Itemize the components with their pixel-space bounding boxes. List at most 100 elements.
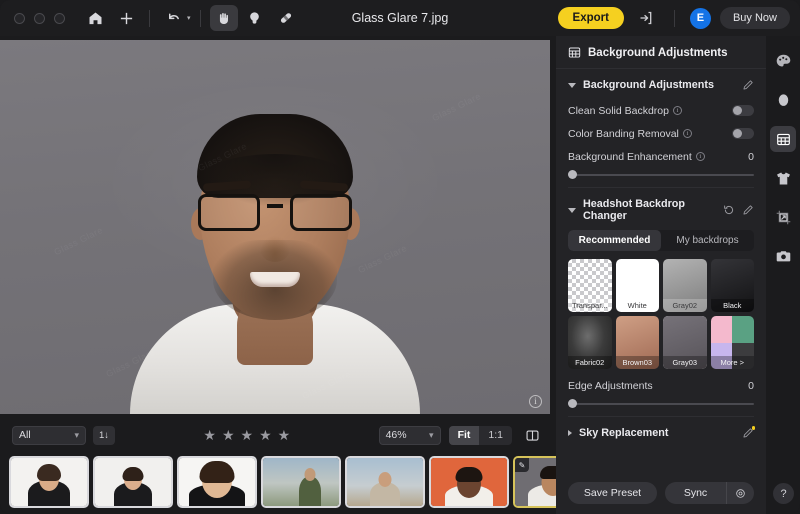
sync-control[interactable]: Sync	[665, 482, 754, 504]
slider-knob[interactable]	[568, 170, 577, 179]
swatch-white[interactable]: White	[615, 259, 659, 312]
slider-knob[interactable]	[568, 399, 577, 408]
image-canvas[interactable]: Glass Glare Glass Glare Glass Glare Glas…	[0, 40, 550, 414]
section-title: Sky Replacement	[579, 427, 669, 439]
clothes-icon[interactable]	[770, 165, 796, 191]
swatch-brown03[interactable]: Brown03	[615, 316, 659, 369]
edit-pencil-icon: ✎	[515, 458, 529, 472]
share-export-icon[interactable]	[633, 7, 659, 29]
canvas-area[interactable]: Glass Glare Glass Glare Glass Glare Glas…	[0, 36, 556, 418]
star-2[interactable]: ★	[222, 428, 235, 442]
row-background-enhancement: Background Enhancement i 0	[568, 145, 754, 168]
help-button[interactable]: ?	[773, 483, 794, 504]
swatch-label: Fabric02	[568, 356, 612, 369]
chevron-down-icon[interactable]	[568, 207, 576, 213]
home-icon[interactable]	[81, 5, 109, 31]
undo-icon[interactable]	[159, 5, 187, 31]
swatch-more[interactable]: More >	[710, 316, 754, 369]
star-3[interactable]: ★	[241, 428, 254, 442]
filter-select-value: All	[19, 429, 31, 441]
edge-adjustments-value: 0	[748, 379, 754, 392]
split-view-icon[interactable]	[520, 426, 544, 445]
section-sky-replacement[interactable]: Sky Replacement	[568, 417, 755, 447]
tab-recommended[interactable]: Recommended	[568, 230, 661, 251]
zoom-select[interactable]: 46% ▾	[378, 425, 441, 445]
backdrop-swatch-grid[interactable]: Transpar... White Gray02 Black Fabric02	[568, 259, 754, 369]
star-4[interactable]: ★	[259, 428, 272, 442]
gear-icon[interactable]	[726, 482, 754, 504]
sky-replacement-badge-dot	[751, 426, 755, 430]
export-button[interactable]: Export	[557, 7, 624, 29]
fit-view-button[interactable]: Fit	[448, 425, 480, 445]
row-label: Edge Adjustments	[568, 379, 653, 392]
sync-button[interactable]: Sync	[665, 487, 726, 499]
swatch-gray03-selected[interactable]: Gray03	[663, 316, 707, 369]
portrait-face-icon[interactable]	[770, 87, 796, 113]
swatch-label: Transpar...	[568, 299, 612, 312]
plus-icon[interactable]	[112, 5, 140, 31]
swatch-label: Black	[710, 299, 754, 312]
row-clean-solid-backdrop[interactable]: Clean Solid Backdrop i	[568, 99, 754, 122]
erase-tool-icon[interactable]	[241, 5, 269, 31]
list-item[interactable]	[9, 456, 89, 508]
info-icon[interactable]: i	[682, 129, 692, 138]
pencil-icon[interactable]	[742, 204, 754, 216]
minimize-button[interactable]	[34, 12, 45, 24]
tab-my-backdrops[interactable]: My backdrops	[661, 230, 754, 251]
toggle-clean-solid-backdrop[interactable]	[732, 105, 754, 116]
heal-brush-icon[interactable]	[272, 5, 300, 31]
window-controls[interactable]	[14, 12, 65, 24]
rating-stars[interactable]: ★ ★ ★ ★ ★	[203, 428, 290, 442]
zoom-level-value: 46%	[385, 429, 407, 441]
palette-icon[interactable]	[770, 48, 796, 74]
info-icon[interactable]: i	[695, 152, 705, 161]
toolbar-left: ▾	[81, 5, 300, 31]
maximize-button[interactable]	[54, 12, 65, 24]
swatch-fabric02[interactable]: Fabric02	[568, 316, 612, 369]
toggle-color-banding-removal[interactable]	[732, 128, 754, 139]
swatch-black[interactable]: Black	[710, 259, 754, 312]
page-title: Background Adjustments	[588, 46, 728, 59]
filmstrip[interactable]: ✎	[0, 450, 556, 514]
undo-chevron-down-icon[interactable]: ▾	[187, 14, 191, 22]
hand-tool-icon[interactable]	[209, 5, 238, 31]
list-item[interactable]	[177, 456, 257, 508]
camera-icon[interactable]	[770, 243, 796, 269]
slider-track	[568, 174, 754, 176]
watermark: Glass Glare	[356, 242, 409, 276]
pencil-icon[interactable]	[742, 426, 755, 439]
view-mode-group[interactable]: Fit 1:1	[448, 425, 512, 445]
section-background-adjustments[interactable]: Background Adjustments	[568, 69, 754, 99]
actual-size-button[interactable]: 1:1	[479, 426, 512, 445]
chevron-down-icon: ▾	[429, 429, 434, 440]
slider-edge-adjustments[interactable]	[568, 398, 754, 410]
reset-icon[interactable]	[723, 204, 735, 216]
star-5[interactable]: ★	[278, 428, 291, 442]
close-button[interactable]	[14, 12, 25, 24]
chevron-down-icon[interactable]	[568, 82, 576, 88]
row-color-banding-removal[interactable]: Color Banding Removal i	[568, 122, 754, 145]
info-icon[interactable]: i	[672, 106, 682, 115]
crop-transform-icon[interactable]	[770, 204, 796, 230]
info-icon[interactable]: i	[529, 395, 542, 408]
list-item[interactable]	[93, 456, 173, 508]
chevron-right-icon[interactable]	[568, 430, 572, 436]
slider-background-enhancement[interactable]	[568, 169, 754, 181]
filter-select[interactable]: All ▾	[12, 425, 86, 445]
list-item[interactable]	[345, 456, 425, 508]
sort-order-button[interactable]: 1↓	[93, 425, 115, 445]
backdrop-tabs[interactable]: Recommended My backdrops	[568, 230, 754, 251]
avatar[interactable]: E	[689, 7, 711, 29]
section-headshot-backdrop-changer[interactable]: Headshot Backdrop Changer	[568, 188, 754, 230]
star-1[interactable]: ★	[203, 428, 216, 442]
list-item-selected[interactable]: ✎	[513, 456, 556, 508]
pencil-icon[interactable]	[742, 79, 754, 91]
swatch-transparent[interactable]: Transpar...	[568, 259, 612, 312]
buy-now-button[interactable]: Buy Now	[719, 7, 790, 29]
swatch-gray02[interactable]: Gray02	[663, 259, 707, 312]
list-item[interactable]	[261, 456, 341, 508]
background-icon[interactable]	[770, 126, 796, 152]
list-item[interactable]	[429, 456, 509, 508]
background-enhancement-value: 0	[748, 150, 754, 163]
save-preset-button[interactable]: Save Preset	[568, 482, 657, 504]
